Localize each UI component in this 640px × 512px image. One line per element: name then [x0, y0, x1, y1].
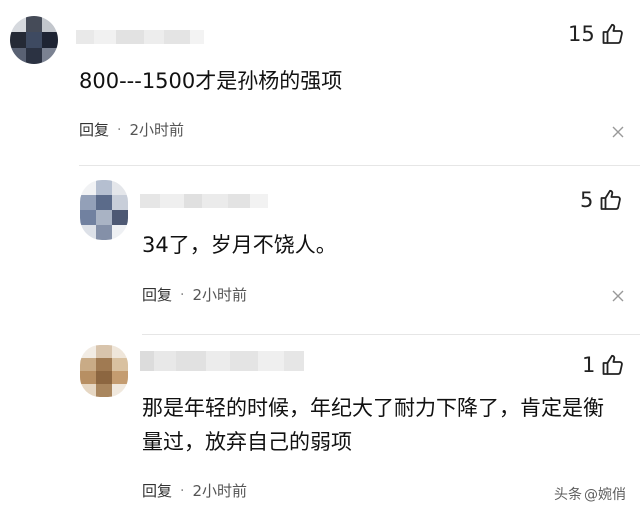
avatar[interactable] — [10, 16, 58, 64]
thumbs-up-icon — [600, 189, 622, 210]
meta-separator: · — [180, 482, 185, 499]
watermark-handle: @婉俏 — [584, 487, 626, 503]
like-button[interactable]: 15 — [568, 22, 625, 46]
comment-text-line: 量过，放弃自己的弱项 — [142, 430, 352, 454]
comment-item: 5 34了，岁月不饶人。 回复 · 2小时前 — [0, 166, 640, 326]
comment-meta: 回复 · 2小时前 — [142, 480, 247, 501]
reply-button[interactable]: 回复 — [142, 284, 172, 305]
comment-time: 2小时前 — [192, 482, 248, 500]
like-button[interactable]: 1 — [582, 353, 625, 377]
comment-time: 2小时前 — [192, 286, 248, 304]
comment-text-line: 那是年轻的时候，年纪大了耐力下降了，肯定是衡 — [142, 396, 604, 420]
like-count: 5 — [580, 188, 594, 212]
comment-meta: 回复 · 2小时前 — [79, 119, 184, 140]
comment-list: 15 800---1500才是孙杨的强项 回复 · 2小时前 5 34了，岁月不… — [0, 0, 640, 512]
comment-time: 2小时前 — [129, 121, 185, 139]
meta-separator: · — [180, 286, 185, 303]
thumbs-up-icon — [602, 354, 624, 375]
comment-item: 1 那是年轻的时候，年纪大了耐力下降了，肯定是衡 量过，放弃自己的弱项 回复 ·… — [0, 335, 640, 512]
close-icon[interactable] — [612, 290, 624, 302]
comment-text: 34了，岁月不饶人。 — [142, 233, 337, 257]
comment-meta: 回复 · 2小时前 — [142, 284, 247, 305]
avatar[interactable] — [80, 345, 128, 397]
comment-item: 15 800---1500才是孙杨的强项 回复 · 2小时前 — [0, 0, 640, 165]
like-count: 1 — [582, 353, 596, 377]
comment-text: 800---1500才是孙杨的强项 — [79, 69, 343, 93]
reply-button[interactable]: 回复 — [79, 119, 109, 140]
reply-button[interactable]: 回复 — [142, 480, 172, 501]
meta-separator: · — [117, 121, 122, 138]
username-blurred[interactable] — [140, 194, 268, 208]
username-blurred[interactable] — [76, 30, 204, 44]
watermark-brand: 头条 — [554, 487, 582, 503]
watermark: 头条 @婉俏 — [552, 484, 626, 504]
like-count: 15 — [568, 22, 595, 46]
username-blurred[interactable] — [140, 351, 304, 371]
avatar[interactable] — [80, 180, 128, 240]
thumbs-up-icon — [602, 23, 623, 44]
like-button[interactable]: 5 — [580, 188, 623, 212]
close-icon[interactable] — [612, 126, 624, 138]
